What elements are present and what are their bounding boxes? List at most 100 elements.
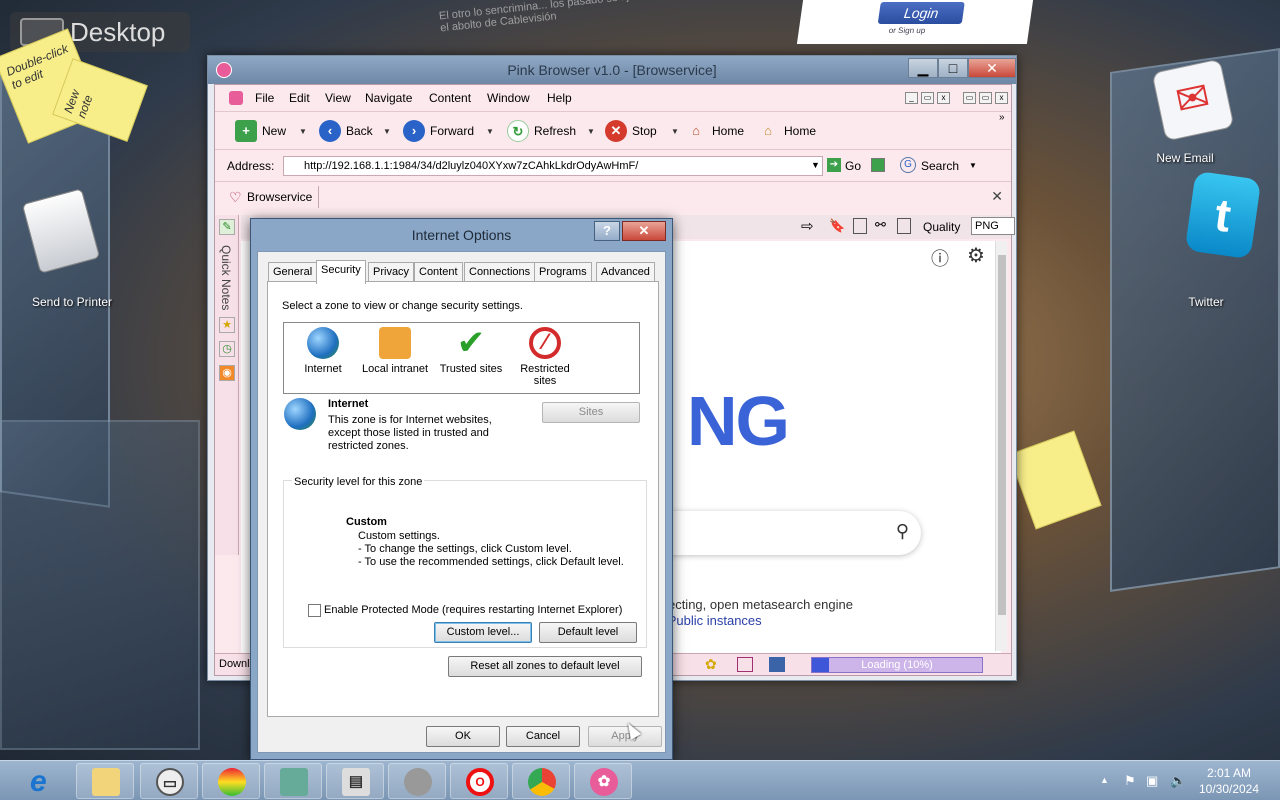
refresh-button[interactable]: ↻ Refresh xyxy=(507,119,576,143)
menu-view[interactable]: View xyxy=(325,85,351,111)
favorites-star-icon[interactable]: ★ xyxy=(219,317,235,333)
tab-connections[interactable]: Connections xyxy=(464,262,536,282)
file-explorer-taskbar-button[interactable] xyxy=(76,763,134,799)
protected-mode-label[interactable]: Enable Protected Mode (requires restarti… xyxy=(324,604,622,616)
go-arrow-icon[interactable]: ⇨ xyxy=(801,217,814,235)
tab-content[interactable]: Content xyxy=(414,262,463,282)
tab-close-button[interactable]: ✕ xyxy=(991,188,1003,205)
bookmark-icon[interactable]: 🔖 xyxy=(829,218,845,234)
rss-feed-icon[interactable]: ◉ xyxy=(219,365,235,381)
ie-taskbar-button[interactable]: e xyxy=(24,763,68,799)
pink-browser-taskbar-button[interactable]: ✿ xyxy=(574,763,632,799)
info-icon[interactable]: ⓘ xyxy=(931,245,949,271)
taskbar-app-1[interactable]: ▭ xyxy=(140,763,198,799)
zone-restricted-sites[interactable]: ⁄ Restricted sites xyxy=(510,327,580,387)
maximize-button[interactable]: □ xyxy=(938,58,968,78)
clipboard-icon[interactable] xyxy=(897,218,911,234)
taskbar-app-2[interactable] xyxy=(202,763,260,799)
sites-button[interactable]: Sites xyxy=(542,402,640,423)
history-icon[interactable]: ◷ xyxy=(219,341,235,357)
pane-close-button[interactable]: x xyxy=(995,92,1008,104)
address-dropdown-arrow[interactable]: ▼ xyxy=(811,160,820,170)
protected-mode-checkbox[interactable] xyxy=(308,604,321,617)
send-to-printer-shortcut[interactable]: Send to Printer xyxy=(10,185,120,325)
menu-content[interactable]: Content xyxy=(429,85,471,111)
chrome-taskbar-button[interactable] xyxy=(512,763,570,799)
search-button[interactable]: Search xyxy=(921,159,959,173)
menu-navigate[interactable]: Navigate xyxy=(365,85,412,111)
mdi-close-button[interactable]: x xyxy=(937,92,950,104)
settings-icon[interactable]: ✿ xyxy=(705,656,717,673)
select-zone-text: Select a zone to view or change security… xyxy=(282,300,523,312)
volume-icon[interactable]: 🔈 xyxy=(1170,773,1186,789)
monitor-icon[interactable] xyxy=(769,657,785,672)
menu-edit[interactable]: Edit xyxy=(289,85,310,111)
menu-help[interactable]: Help xyxy=(547,85,572,111)
mdi-restore-button[interactable]: ▭ xyxy=(921,92,934,104)
tab-advanced[interactable]: Advanced xyxy=(596,262,655,282)
signup-link[interactable]: or Sign up xyxy=(888,26,926,35)
close-button[interactable]: ✕ xyxy=(968,58,1016,78)
new-button[interactable]: + New xyxy=(235,119,286,143)
system-clock[interactable]: 2:01 AM 10/30/2024 xyxy=(1196,765,1262,797)
tab-general[interactable]: General xyxy=(268,262,318,282)
stop-dropdown-arrow[interactable]: ▼ xyxy=(671,127,679,136)
custom-level-button[interactable]: Custom level... xyxy=(434,622,532,643)
menu-file[interactable]: File xyxy=(255,85,274,111)
mdi-minimize-button[interactable]: _ xyxy=(905,92,918,104)
minimize-button[interactable]: ▁ xyxy=(908,58,938,78)
ok-button[interactable]: OK xyxy=(426,726,500,747)
pane-minimize-button[interactable]: ▭ xyxy=(963,92,976,104)
page-scrollbar[interactable] xyxy=(995,241,1007,651)
quality-select[interactable]: PNG xyxy=(971,217,1015,235)
tab-browservice[interactable]: ♡ Browservice xyxy=(227,186,320,208)
opera-taskbar-button[interactable]: O xyxy=(450,763,508,799)
taskbar-app-5[interactable] xyxy=(388,763,446,799)
tab-security[interactable]: Security xyxy=(316,260,366,284)
toolbar-overflow-chevron[interactable]: » xyxy=(999,112,1005,123)
twitter-shortcut[interactable]: t Twitter xyxy=(1170,165,1262,315)
address-input[interactable]: http://192.168.1.1:1984/34/d2luylz040XYx… xyxy=(283,156,823,176)
reset-all-zones-button[interactable]: Reset all zones to default level xyxy=(448,656,642,677)
tab-programs[interactable]: Programs xyxy=(534,262,592,282)
bookmark-icon[interactable] xyxy=(871,158,885,172)
back-button[interactable]: ‹ Back xyxy=(319,119,373,143)
pane-restore-button[interactable]: ▭ xyxy=(979,92,992,104)
home-button-2[interactable]: ⌂ Home xyxy=(757,119,816,143)
default-level-button[interactable]: Default level xyxy=(539,622,637,643)
scrollbar-thumb[interactable] xyxy=(998,255,1006,615)
taskbar-app-4[interactable]: ▤ xyxy=(326,763,384,799)
stop-button[interactable]: ✕ Stop xyxy=(605,119,657,143)
sticky-note[interactable] xyxy=(1008,430,1102,530)
zone-local-intranet[interactable]: Local intranet xyxy=(360,327,430,375)
back-dropdown-arrow[interactable]: ▼ xyxy=(383,127,391,136)
search-dropdown-arrow[interactable]: ▼ xyxy=(969,161,977,170)
help-button[interactable]: ? xyxy=(594,221,620,241)
browser-titlebar[interactable]: Pink Browser v1.0 - [Browservice] ▁ □ ✕ xyxy=(208,56,1016,84)
taskbar-app-3[interactable] xyxy=(264,763,322,799)
network-icon[interactable]: ▣ xyxy=(1146,773,1158,789)
new-email-shortcut[interactable]: ✉ New Email xyxy=(1130,55,1240,170)
login-button[interactable]: Login xyxy=(877,2,965,24)
home-button[interactable]: ⌂ Home xyxy=(685,119,744,143)
dialog-close-button[interactable]: ✕ xyxy=(622,221,666,241)
tray-expand-icon[interactable]: ▲ xyxy=(1100,775,1109,785)
gear-icon[interactable]: ⚙ xyxy=(967,243,985,268)
search-magnifier-icon[interactable]: ⚲ xyxy=(896,521,909,542)
edit-note-icon[interactable]: ✎ xyxy=(219,219,235,235)
new-dropdown-arrow[interactable]: ▼ xyxy=(299,127,307,136)
binoculars-icon[interactable]: ⚯ xyxy=(875,217,886,233)
cancel-button[interactable]: Cancel xyxy=(506,726,580,747)
flag-icon[interactable]: ⚑ xyxy=(1124,773,1136,789)
forward-button[interactable]: › Forward xyxy=(403,119,474,143)
zone-internet[interactable]: Internet xyxy=(288,327,358,375)
forward-dropdown-arrow[interactable]: ▼ xyxy=(486,127,494,136)
zone-trusted-sites[interactable]: ✔ Trusted sites xyxy=(436,326,506,375)
menu-window[interactable]: Window xyxy=(487,85,530,111)
tab-privacy[interactable]: Privacy xyxy=(368,262,415,282)
window-icon[interactable] xyxy=(737,657,753,672)
go-button[interactable]: Go xyxy=(845,159,861,173)
refresh-dropdown-arrow[interactable]: ▼ xyxy=(587,127,595,136)
go-icon[interactable]: ➔ xyxy=(827,158,841,172)
page-icon[interactable] xyxy=(853,218,867,234)
